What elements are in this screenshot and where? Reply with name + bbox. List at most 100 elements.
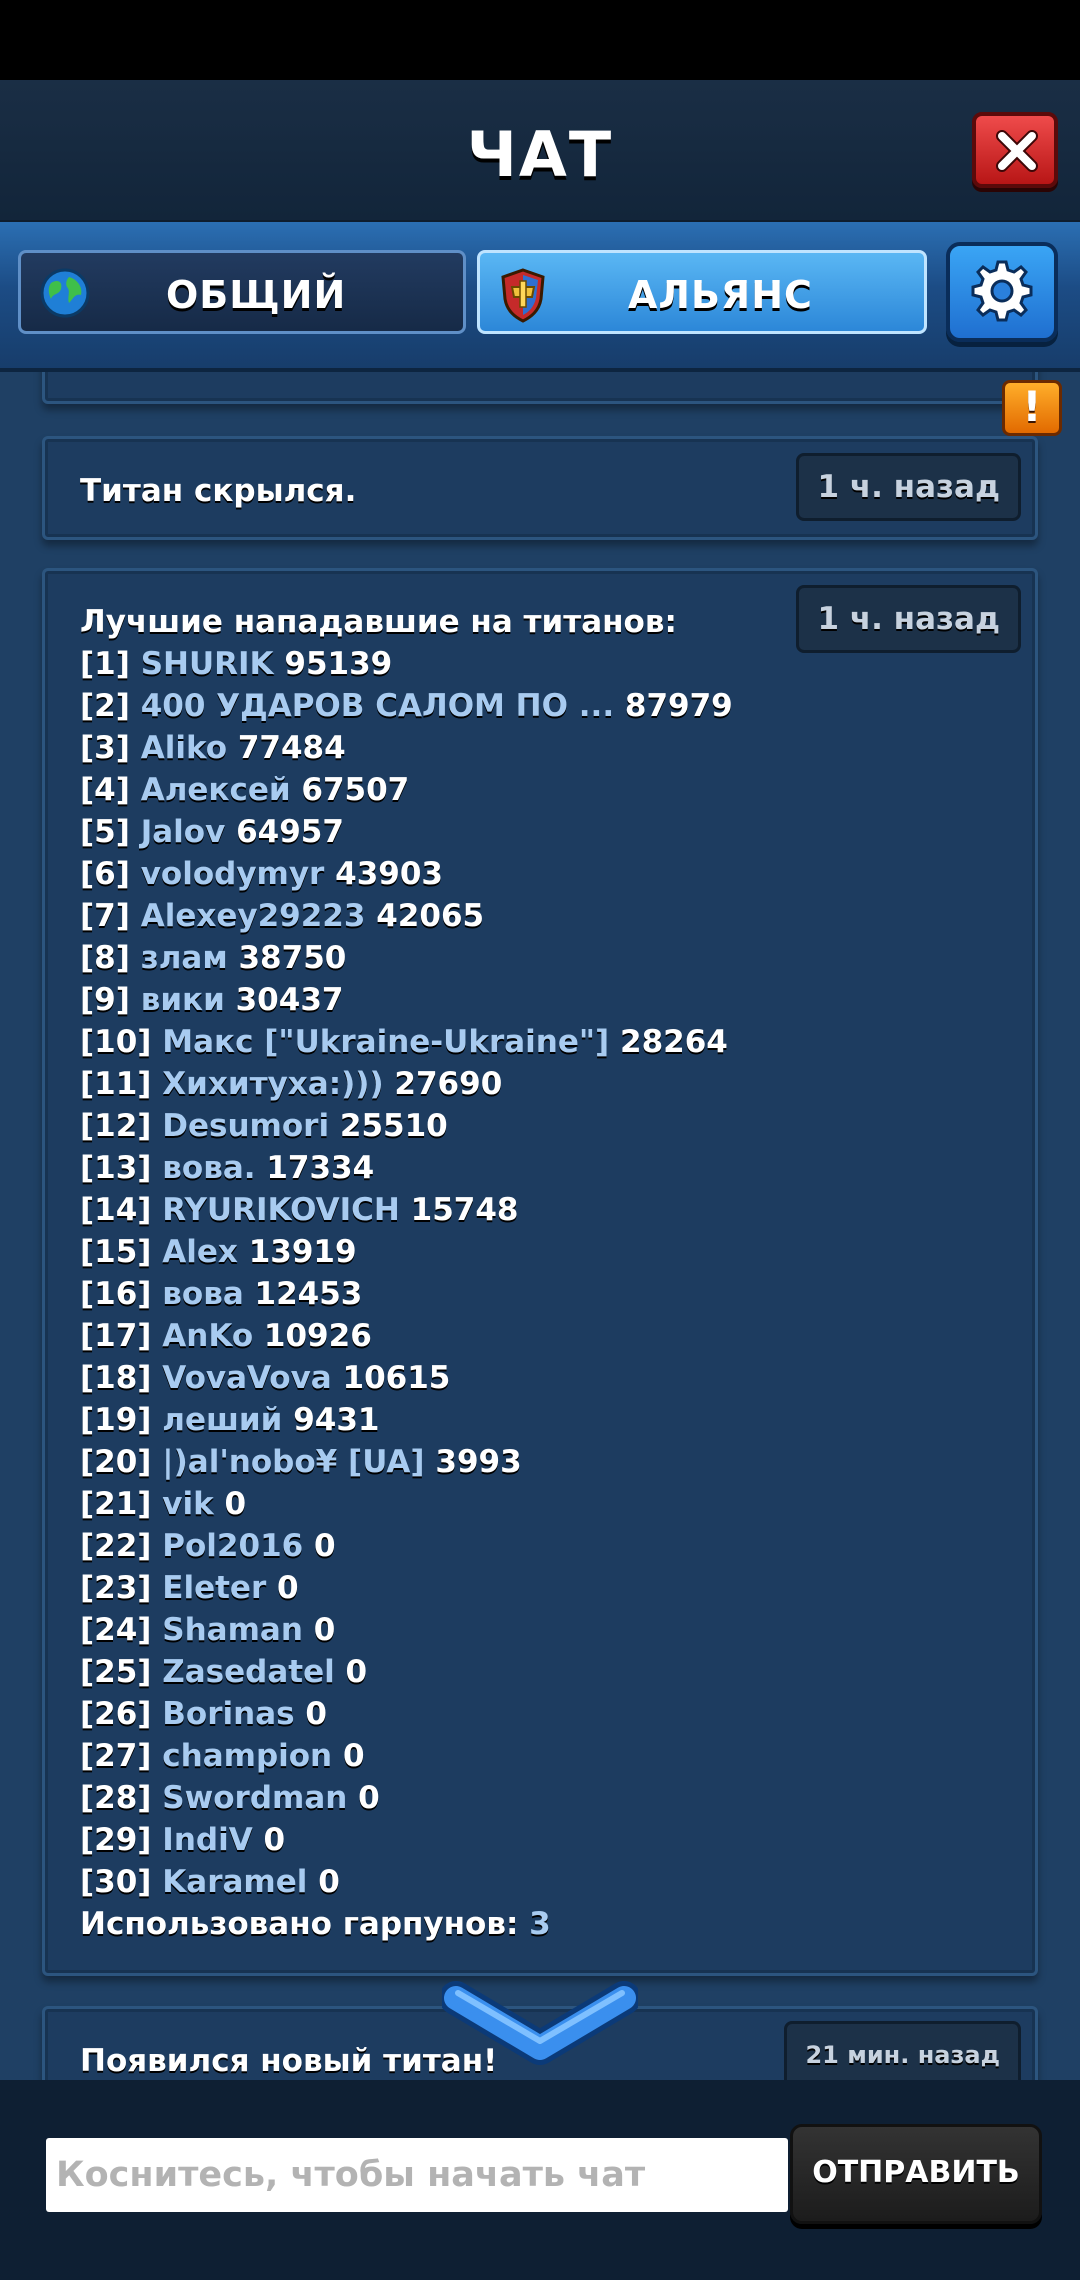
leaderboard-rank: [29]	[80, 1822, 152, 1858]
chat-input[interactable]	[46, 2138, 788, 2212]
leaderboard-player-name[interactable]: вова.	[162, 1150, 255, 1186]
leaderboard-entry: [15] Alex 13919	[80, 1231, 733, 1273]
scroll-down-button[interactable]	[439, 1978, 641, 2078]
leaderboard-rank: [12]	[80, 1108, 152, 1144]
alert-icon[interactable]: !	[1002, 380, 1062, 436]
leaderboard-player-name[interactable]: volodymyr	[141, 856, 325, 892]
leaderboard-player-name[interactable]: Pol2016	[162, 1528, 303, 1564]
leaderboard-rank: [14]	[80, 1192, 152, 1228]
leaderboard-player-name[interactable]: Zasedatel	[162, 1654, 334, 1690]
chat-message-list[interactable]: Титан скрылся. 1 ч. назад 1 ч. назад Луч…	[0, 372, 1080, 2080]
leaderboard-score: 0	[305, 1696, 327, 1732]
leaderboard-rank: [13]	[80, 1150, 152, 1186]
leaderboard-entry: [8] злам 38750	[80, 937, 733, 979]
leaderboard-entry: [21] vik 0	[80, 1483, 733, 1525]
leaderboard-score: 10926	[263, 1318, 372, 1354]
leaderboard-score: 15748	[410, 1192, 519, 1228]
message-text: Появился новый титан!	[80, 2043, 498, 2079]
leaderboard-player-name[interactable]: Aliko	[141, 730, 227, 766]
leaderboard-entry: [19] леший 9431	[80, 1399, 733, 1441]
leaderboard-entry: [7] Alexey29223 42065	[80, 895, 733, 937]
leaderboard-player-name[interactable]: Alex	[162, 1234, 238, 1270]
leaderboard-player-name[interactable]: Alexey29223	[141, 898, 366, 934]
leaderboard-entry: [11] Хихитуха:))) 27690	[80, 1063, 733, 1105]
leaderboard-player-name[interactable]: 400 УДАРОВ САЛОМ ПО ...	[141, 688, 614, 724]
leaderboard-score: 0	[263, 1822, 286, 1858]
leaderboard-player-name[interactable]: vik	[162, 1486, 213, 1522]
close-button[interactable]	[972, 112, 1058, 188]
message-timestamp: 21 мин. назад	[784, 2021, 1021, 2080]
leaderboard-rank: [25]	[80, 1654, 152, 1690]
title-bar: ЧАТ	[0, 80, 1080, 224]
leaderboard-player-name[interactable]: Shaman	[162, 1612, 303, 1648]
leaderboard-player-name[interactable]: вики	[141, 982, 225, 1018]
leaderboard-score: 0	[313, 1612, 336, 1648]
harpoons-used: Использовано гарпунов: 3	[80, 1903, 733, 1945]
leaderboard-entry: [27] champion 0	[80, 1735, 733, 1777]
tab-alliance[interactable]: АЛЬЯНС	[477, 250, 927, 334]
leaderboard-entry: [13] вова. 17334	[80, 1147, 733, 1189]
leaderboard-entry: [12] Desumori 25510	[80, 1105, 733, 1147]
leaderboard-score: 12453	[254, 1276, 363, 1312]
leaderboard-entry: [26] Borinas 0	[80, 1693, 733, 1735]
leaderboard-score: 9431	[293, 1402, 380, 1438]
leaderboard-score: 0	[342, 1738, 365, 1774]
leaderboard-player-name[interactable]: VovaVova	[162, 1360, 331, 1396]
leaderboard-entry: [18] VovaVova 10615	[80, 1357, 733, 1399]
message-text: Титан скрылся.	[80, 473, 357, 509]
leaderboard-rank: [19]	[80, 1402, 152, 1438]
leaderboard-score: 0	[277, 1570, 299, 1606]
leaderboard-player-name[interactable]: Eleter	[162, 1570, 266, 1606]
leaderboard-entry: [23] Eleter 0	[80, 1567, 733, 1609]
leaderboard-rank: [2]	[80, 688, 130, 724]
leaderboard-score: 0	[345, 1654, 368, 1690]
leaderboard-player-name[interactable]: Хихитуха:)))	[162, 1066, 383, 1102]
tab-general[interactable]: ОБЩИЙ	[18, 250, 466, 334]
leaderboard-score: 0	[314, 1528, 336, 1564]
leaderboard-entry: [3] Aliko 77484	[80, 727, 733, 769]
leaderboard-score: 42065	[376, 898, 485, 934]
leaderboard-player-name[interactable]: |)al'nobo¥ [UA]	[162, 1444, 424, 1480]
leaderboard-player-name[interactable]: Swordman	[162, 1780, 347, 1816]
leaderboard-list: Лучшие нападавшие на титанов: [1] SHURIK…	[80, 601, 733, 1945]
tab-general-label: ОБЩИЙ	[166, 273, 347, 317]
leaderboard-rank: [11]	[80, 1066, 152, 1102]
leaderboard-entry: [4] Алексей 67507	[80, 769, 733, 811]
message-timestamp: 1 ч. назад	[796, 453, 1021, 521]
settings-button[interactable]	[946, 242, 1058, 342]
send-button[interactable]: ОТПРАВИТЬ	[790, 2124, 1042, 2224]
leaderboard-player-name[interactable]: champion	[162, 1738, 332, 1774]
leaderboard-player-name[interactable]: злам	[141, 940, 228, 976]
leaderboard-heading: Лучшие нападавшие на титанов:	[80, 604, 677, 640]
leaderboard-player-name[interactable]: SHURIK	[141, 646, 274, 682]
chat-message-leaderboard: 1 ч. назад Лучшие нападавшие на титанов:…	[42, 568, 1038, 1976]
leaderboard-rank: [24]	[80, 1612, 152, 1648]
leaderboard-score: 77484	[237, 730, 346, 766]
leaderboard-player-name[interactable]: Jalov	[141, 814, 226, 850]
leaderboard-player-name[interactable]: Desumori	[162, 1108, 329, 1144]
leaderboard-entry: [10] Макс ["Ukraine-Ukraine"] 28264	[80, 1021, 733, 1063]
leaderboard-rank: [4]	[80, 772, 130, 808]
leaderboard-player-name[interactable]: вова	[162, 1276, 243, 1312]
leaderboard-rank: [3]	[80, 730, 130, 766]
leaderboard-player-name[interactable]: Алексей	[141, 772, 291, 808]
harpoons-value: 3	[529, 1906, 551, 1942]
leaderboard-player-name[interactable]: IndiV	[162, 1822, 252, 1858]
leaderboard-entry: [29] IndiV 0	[80, 1819, 733, 1861]
leaderboard-player-name[interactable]: RYURIKOVICH	[162, 1192, 400, 1228]
leaderboard-player-name[interactable]: Borinas	[162, 1696, 294, 1732]
leaderboard-score: 25510	[339, 1108, 448, 1144]
leaderboard-entry: [30] Karamel 0	[80, 1861, 733, 1903]
leaderboard-entry: [1] SHURIK 95139	[80, 643, 733, 685]
leaderboard-rank: [23]	[80, 1570, 152, 1606]
leaderboard-rank: [6]	[80, 856, 130, 892]
leaderboard-rank: [5]	[80, 814, 130, 850]
leaderboard-player-name[interactable]: Макс ["Ukraine-Ukraine"]	[162, 1024, 609, 1060]
leaderboard-player-name[interactable]: Karamel	[162, 1864, 307, 1900]
leaderboard-entry: [28] Swordman 0	[80, 1777, 733, 1819]
leaderboard-player-name[interactable]: леший	[162, 1402, 282, 1438]
leaderboard-entry: [17] AnKo 10926	[80, 1315, 733, 1357]
leaderboard-player-name[interactable]: AnKo	[162, 1318, 253, 1354]
leaderboard-entry: [24] Shaman 0	[80, 1609, 733, 1651]
leaderboard-score: 0	[318, 1864, 340, 1900]
